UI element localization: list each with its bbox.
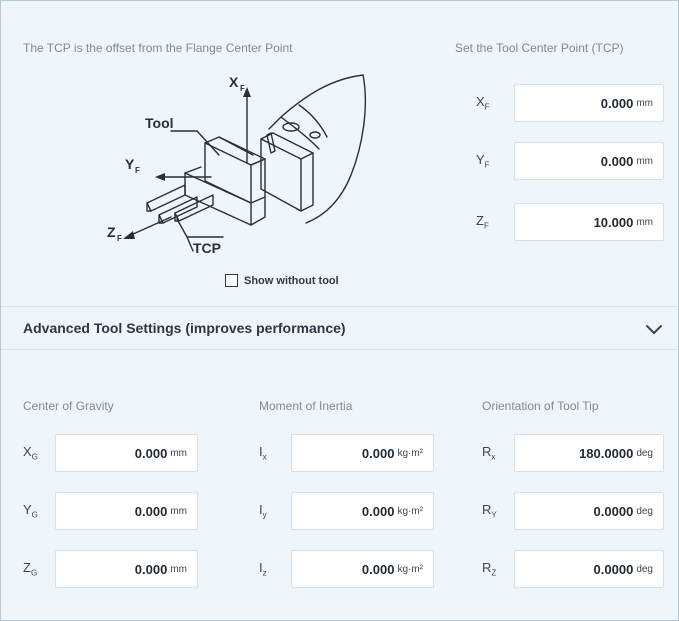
moi-x-row: Ix 0.000 kg·m²: [259, 433, 434, 473]
advanced-settings-title: Advanced Tool Settings (improves perform…: [23, 320, 346, 336]
tcp-label: TCP: [193, 240, 221, 256]
cog-y-row: YG 0.000 mm: [23, 491, 198, 531]
tool-settings-panel: The TCP is the offset from the Flange Ce…: [0, 0, 679, 621]
tcp-x-label: XF: [476, 94, 490, 112]
orient-x-input[interactable]: 180.0000 deg: [514, 434, 664, 472]
moi-y-row: Iy 0.000 kg·m²: [259, 491, 434, 531]
advanced-settings-header[interactable]: Advanced Tool Settings (improves perform…: [1, 306, 678, 350]
show-without-tool-label: Show without tool: [244, 274, 339, 287]
orientation-title: Orientation of Tool Tip: [482, 399, 599, 413]
cog-z-input[interactable]: 0.000 mm: [55, 550, 198, 588]
tcp-z-row: ZF 10.000 mm: [476, 202, 666, 242]
chevron-down-icon[interactable]: [644, 319, 664, 339]
center-of-gravity-title: Center of Gravity: [23, 399, 114, 413]
xf-label: X: [229, 74, 239, 90]
tcp-illustration: Tool X F Y F Z F TCP: [101, 65, 371, 269]
tcp-z-input[interactable]: 10.000 mm: [514, 203, 664, 241]
zf-label: Z: [107, 224, 116, 240]
cog-z-row: ZG 0.000 mm: [23, 549, 198, 589]
orient-x-label: Rx: [482, 444, 496, 462]
tool-label: Tool: [145, 115, 174, 131]
tcp-set-title: Set the Tool Center Point (TCP): [455, 41, 624, 55]
tcp-y-label: YF: [476, 152, 490, 170]
tcp-section: The TCP is the offset from the Flange Ce…: [1, 1, 678, 301]
orient-z-row: RZ 0.0000 deg: [482, 549, 664, 589]
moment-of-inertia-title: Moment of Inertia: [259, 399, 353, 413]
orient-z-label: RZ: [482, 560, 497, 578]
show-without-tool-option[interactable]: Show without tool: [225, 274, 339, 287]
show-without-tool-checkbox[interactable]: [225, 274, 238, 287]
zf-sub: F: [117, 234, 122, 243]
cog-x-input[interactable]: 0.000 mm: [55, 434, 198, 472]
cog-z-label: ZG: [23, 560, 38, 578]
tcp-y-row: YF 0.000 mm: [476, 141, 666, 181]
moi-z-row: Iz 0.000 kg·m²: [259, 549, 434, 589]
tcp-x-input[interactable]: 0.000 mm: [514, 84, 664, 122]
cog-x-label: XG: [23, 444, 38, 462]
yf-label: Y: [125, 156, 135, 172]
orient-y-input[interactable]: 0.0000 deg: [514, 492, 664, 530]
orient-y-row: RY 0.0000 deg: [482, 491, 664, 531]
cog-y-label: YG: [23, 502, 38, 520]
moi-y-label: Iy: [259, 502, 267, 520]
moi-z-label: Iz: [259, 560, 267, 578]
tcp-z-label: ZF: [476, 213, 489, 231]
tcp-x-row: XF 0.000 mm: [476, 83, 666, 123]
tcp-description: The TCP is the offset from the Flange Ce…: [23, 41, 293, 55]
orient-x-row: Rx 180.0000 deg: [482, 433, 664, 473]
orient-z-input[interactable]: 0.0000 deg: [514, 550, 664, 588]
moi-z-input[interactable]: 0.000 kg·m²: [291, 550, 434, 588]
yf-sub: F: [135, 166, 140, 175]
cog-x-row: XG 0.000 mm: [23, 433, 198, 473]
xf-sub: F: [240, 84, 245, 93]
tcp-y-input[interactable]: 0.000 mm: [514, 142, 664, 180]
cog-y-input[interactable]: 0.000 mm: [55, 492, 198, 530]
moi-x-input[interactable]: 0.000 kg·m²: [291, 434, 434, 472]
orient-y-label: RY: [482, 502, 497, 520]
moi-x-label: Ix: [259, 444, 267, 462]
robot-tool-diagram: Tool X F Y F Z F TCP: [107, 74, 367, 256]
moi-y-input[interactable]: 0.000 kg·m²: [291, 492, 434, 530]
